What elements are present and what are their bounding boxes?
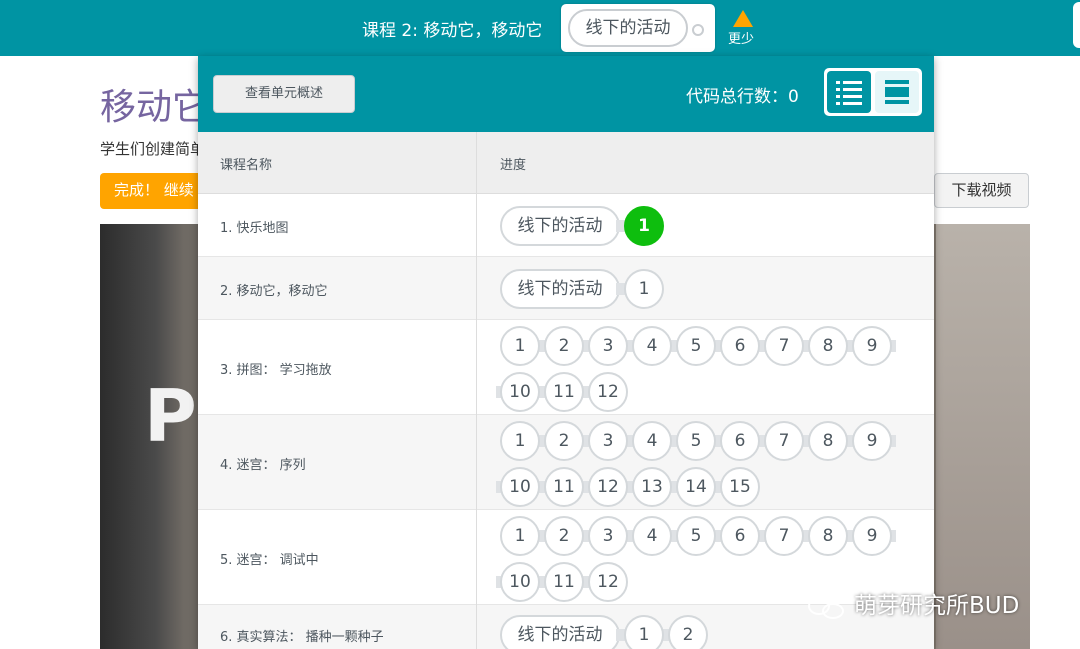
column-divider <box>476 132 477 649</box>
level-bubble[interactable]: 4 <box>632 516 672 556</box>
progress-dropdown: 查看单元概述 代码总行数：0 课程名称 进度 1. 快乐地图 线下的活动 1 2. 移… <box>198 56 934 649</box>
lesson-row: 4. 迷宫： 序列 1 2 3 4 5 6 7 8 9 10 11 12 13 14 15 <box>198 415 934 510</box>
level-bubble[interactable]: 10 <box>500 467 540 507</box>
wechat-icon <box>806 595 848 619</box>
current-level-selector[interactable]: 线下的活动 <box>561 4 715 52</box>
level-bubble[interactable]: 7 <box>764 516 804 556</box>
lesson-progress: 线下的活动 1 <box>500 257 920 320</box>
table-header: 课程名称 进度 <box>198 132 934 194</box>
lesson-progress: 1 2 3 4 5 6 7 8 9 10 11 12 13 14 15 <box>496 415 920 510</box>
level-bubble[interactable]: 11 <box>544 372 584 412</box>
level-bubble[interactable]: 8 <box>808 421 848 461</box>
level-bubble[interactable]: 1 <box>624 205 664 246</box>
list-summary-icon[interactable] <box>875 71 919 113</box>
level-bubble[interactable]: 12 <box>588 562 628 602</box>
lines-of-code-count: 代码总行数：0 <box>686 87 799 107</box>
level-bubble[interactable]: 1 <box>500 421 540 461</box>
level-bubble[interactable]: 7 <box>764 421 804 461</box>
level-bubble[interactable]: 11 <box>544 562 584 602</box>
show-fewer-button[interactable]: 更少 <box>727 8 759 48</box>
top-bar: 课程 2: 移动它，移动它 线下的活动 更少 <box>0 0 1080 56</box>
lesson-name: 2. 移动它，移动它 <box>220 283 328 299</box>
level-dot-icon[interactable] <box>692 24 704 36</box>
level-bubble[interactable]: 3 <box>588 421 628 461</box>
lesson-row: 1. 快乐地图 线下的活动 1 <box>198 194 934 257</box>
view-unit-overview-button[interactable]: 查看单元概述 <box>213 75 355 113</box>
lesson-name: 5. 迷宫： 调试中 <box>220 552 319 568</box>
level-bubble[interactable]: 1 <box>624 268 664 309</box>
current-level-pill[interactable]: 线下的活动 <box>568 9 688 47</box>
level-bubble[interactable]: 4 <box>632 326 672 366</box>
download-video-button[interactable]: 下载视频 <box>934 173 1029 208</box>
lesson-row: 3. 拼图： 学习拖放 1 2 3 4 5 6 7 8 9 10 11 12 <box>198 320 934 415</box>
lesson-name: 4. 迷宫： 序列 <box>220 457 306 473</box>
watermark: 萌芽研究所BUD <box>806 586 1020 619</box>
caret-up-icon <box>733 10 753 27</box>
level-bubble[interactable]: 2 <box>544 326 584 366</box>
level-bubble[interactable]: 7 <box>764 326 804 366</box>
level-bubble[interactable]: 4 <box>632 421 672 461</box>
lesson-name: 1. 快乐地图 <box>220 220 289 236</box>
level-bubble[interactable]: 14 <box>676 467 716 507</box>
level-bubble[interactable]: 8 <box>808 516 848 556</box>
lesson-name: 3. 拼图： 学习拖放 <box>220 362 332 378</box>
level-bubble[interactable]: 13 <box>632 467 672 507</box>
page-title: 移动它 <box>100 87 209 128</box>
video-frame-letter: P <box>144 374 197 458</box>
activity-pill[interactable]: 线下的活动 <box>500 205 620 246</box>
level-bubble[interactable]: 10 <box>500 372 540 412</box>
level-bubble[interactable]: 2 <box>668 615 708 649</box>
activity-pill[interactable]: 线下的活动 <box>500 268 620 309</box>
lesson-name: 6. 真实算法： 播种一颗种子 <box>220 630 384 645</box>
level-bubble[interactable]: 6 <box>720 421 760 461</box>
level-bubble[interactable]: 11 <box>544 467 584 507</box>
list-detail-icon[interactable] <box>827 71 871 113</box>
activity-pill[interactable]: 线下的活动 <box>500 615 620 649</box>
progress-dropdown-header: 查看单元概述 代码总行数：0 <box>198 56 934 132</box>
lesson-row: 2. 移动它，移动它 线下的活动 1 <box>198 257 934 320</box>
level-bubble[interactable]: 6 <box>720 326 760 366</box>
level-bubble[interactable]: 10 <box>500 562 540 602</box>
view-toggle <box>824 68 922 116</box>
level-bubble[interactable]: 3 <box>588 516 628 556</box>
watermark-text: 萌芽研究所BUD <box>854 593 1020 619</box>
level-bubble[interactable]: 12 <box>588 467 628 507</box>
level-bubble[interactable]: 5 <box>676 516 716 556</box>
lesson-progress: 1 2 3 4 5 6 7 8 9 10 11 12 <box>496 320 920 415</box>
lesson-title: 课程 2: 移动它，移动它 <box>362 21 543 41</box>
level-bubble[interactable]: 1 <box>500 516 540 556</box>
level-bubble[interactable]: 1 <box>500 326 540 366</box>
level-bubble[interactable]: 2 <box>544 516 584 556</box>
level-bubble[interactable]: 9 <box>852 421 892 461</box>
column-lesson-name: 课程名称 <box>220 158 273 173</box>
level-bubble[interactable]: 5 <box>676 421 716 461</box>
level-bubble[interactable]: 15 <box>720 467 760 507</box>
lesson-progress: 线下的活动 1 <box>500 194 920 257</box>
level-bubble[interactable]: 8 <box>808 326 848 366</box>
column-progress: 进度 <box>500 158 527 173</box>
level-bubble[interactable]: 5 <box>676 326 716 366</box>
level-bubble[interactable]: 9 <box>852 326 892 366</box>
level-bubble[interactable]: 2 <box>544 421 584 461</box>
level-bubble[interactable]: 6 <box>720 516 760 556</box>
page-description: 学生们创建简单 <box>100 140 206 158</box>
header-right-button[interactable] <box>1073 2 1080 48</box>
level-bubble[interactable]: 9 <box>852 516 892 556</box>
show-fewer-label: 更少 <box>728 32 755 47</box>
level-bubble[interactable]: 3 <box>588 326 628 366</box>
level-bubble[interactable]: 1 <box>624 615 664 649</box>
level-bubble[interactable]: 12 <box>588 372 628 412</box>
